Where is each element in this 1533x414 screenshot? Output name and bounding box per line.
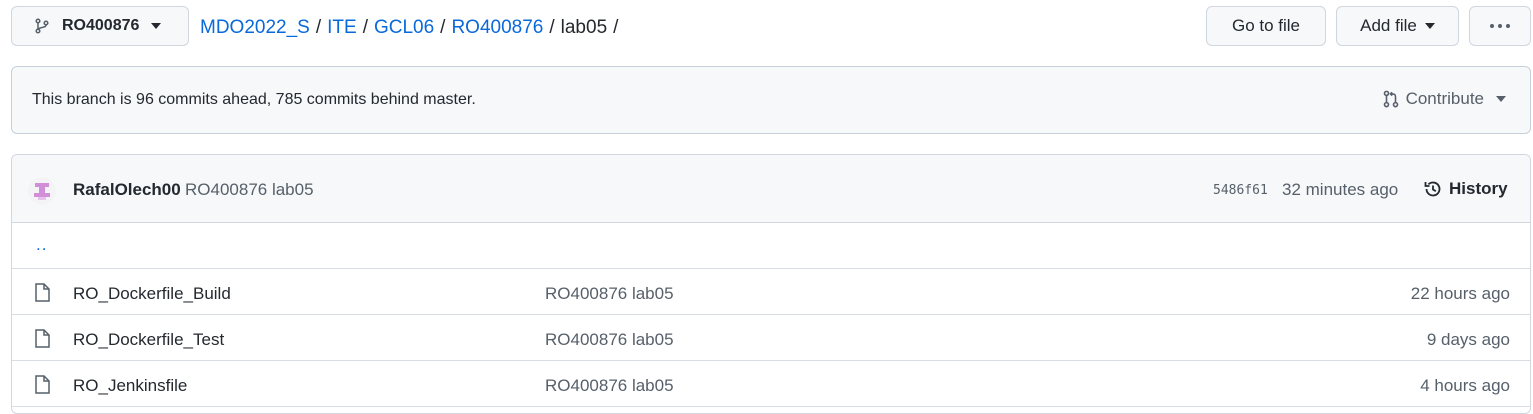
history-label: History (1449, 179, 1508, 198)
branch-status-message: This branch is 96 commits ahead, 785 com… (32, 91, 476, 108)
chevron-down-icon (1496, 96, 1506, 102)
history-button[interactable]: History (1423, 179, 1508, 199)
file-icon (35, 375, 50, 394)
chevron-down-icon (1424, 23, 1435, 29)
breadcrumb-link-gcl06[interactable]: GCL06 (374, 16, 434, 40)
go-to-file-label: Go to file (1231, 16, 1301, 35)
breadcrumb-separator: / (440, 17, 446, 38)
file-name-link[interactable]: RO_Jenkinsfile (73, 376, 187, 396)
commit-time: 32 minutes ago (1282, 180, 1399, 199)
branch-name: RO400876 (62, 17, 140, 34)
commit-sha-link[interactable]: 5486f61 (1213, 183, 1268, 198)
breadcrumb-link-repo[interactable]: MDO2022_S (200, 16, 310, 40)
file-name-link[interactable]: RO_Dockerfile_Test (73, 330, 224, 350)
avatar[interactable] (28, 177, 56, 205)
contribute-dropdown[interactable]: Contribute (1382, 89, 1506, 109)
breadcrumb: MDO2022_S / ITE / GCL06 / RO400876 / lab… (200, 16, 624, 40)
parent-directory-link[interactable]: .. (36, 235, 47, 255)
breadcrumb-link-ro400876[interactable]: RO400876 (451, 16, 543, 40)
repo-toolbar: RO400876 MDO2022_S / ITE / GCL06 / RO400… (11, 6, 1531, 47)
file-commit-link[interactable]: RO400876 lab05 (545, 284, 674, 304)
breadcrumb-separator: / (549, 17, 555, 38)
file-age: 9 days ago (1426, 330, 1510, 349)
file-commit-link[interactable]: RO400876 lab05 (545, 376, 674, 396)
file-row[interactable]: RO_Jenkinsfile RO400876 lab05 4 hours ag… (12, 361, 1530, 407)
breadcrumb-separator: / (315, 17, 322, 38)
chevron-down-icon (151, 23, 162, 29)
file-row[interactable]: RO_Dockerfile_Build RO400876 lab05 22 ho… (12, 269, 1530, 315)
branch-status-banner: This branch is 96 commits ahead, 785 com… (11, 66, 1531, 134)
breadcrumb-separator: / (362, 17, 368, 38)
add-file-label: Add file (1360, 16, 1417, 35)
file-icon (35, 283, 50, 302)
breadcrumb-link-ite[interactable]: ITE (327, 16, 357, 40)
file-row[interactable]: RO_Dockerfile_Test RO400876 lab05 9 days… (12, 315, 1530, 361)
pull-request-icon (1383, 90, 1398, 108)
kebab-horizontal-icon (1490, 24, 1510, 28)
latest-commit-bar: RafalOlech00 RO400876 lab05 5486f61 32 m… (12, 155, 1530, 223)
history-icon (1424, 181, 1441, 197)
file-age: 4 hours ago (1420, 376, 1510, 395)
commit-message-link[interactable]: RO400876 lab05 (185, 180, 314, 200)
file-age: 22 hours ago (1410, 284, 1510, 303)
file-name-link[interactable]: RO_Dockerfile_Build (73, 284, 231, 304)
go-to-file-button[interactable]: Go to file (1206, 6, 1326, 46)
commit-author-link[interactable]: RafalOlech00 (73, 180, 181, 200)
file-commit-link[interactable]: RO400876 lab05 (545, 330, 674, 350)
more-options-button[interactable] (1469, 6, 1531, 46)
add-file-button[interactable]: Add file (1336, 6, 1459, 46)
file-browser: RafalOlech00 RO400876 lab05 5486f61 32 m… (11, 154, 1531, 414)
contribute-label: Contribute (1405, 89, 1484, 108)
parent-directory-row[interactable]: .. (12, 223, 1530, 269)
git-branch-icon (35, 18, 49, 34)
breadcrumb-current: lab05 (560, 17, 608, 38)
breadcrumb-separator: / (613, 17, 619, 38)
file-icon (35, 329, 50, 348)
branch-selector-button[interactable]: RO400876 (11, 6, 189, 46)
